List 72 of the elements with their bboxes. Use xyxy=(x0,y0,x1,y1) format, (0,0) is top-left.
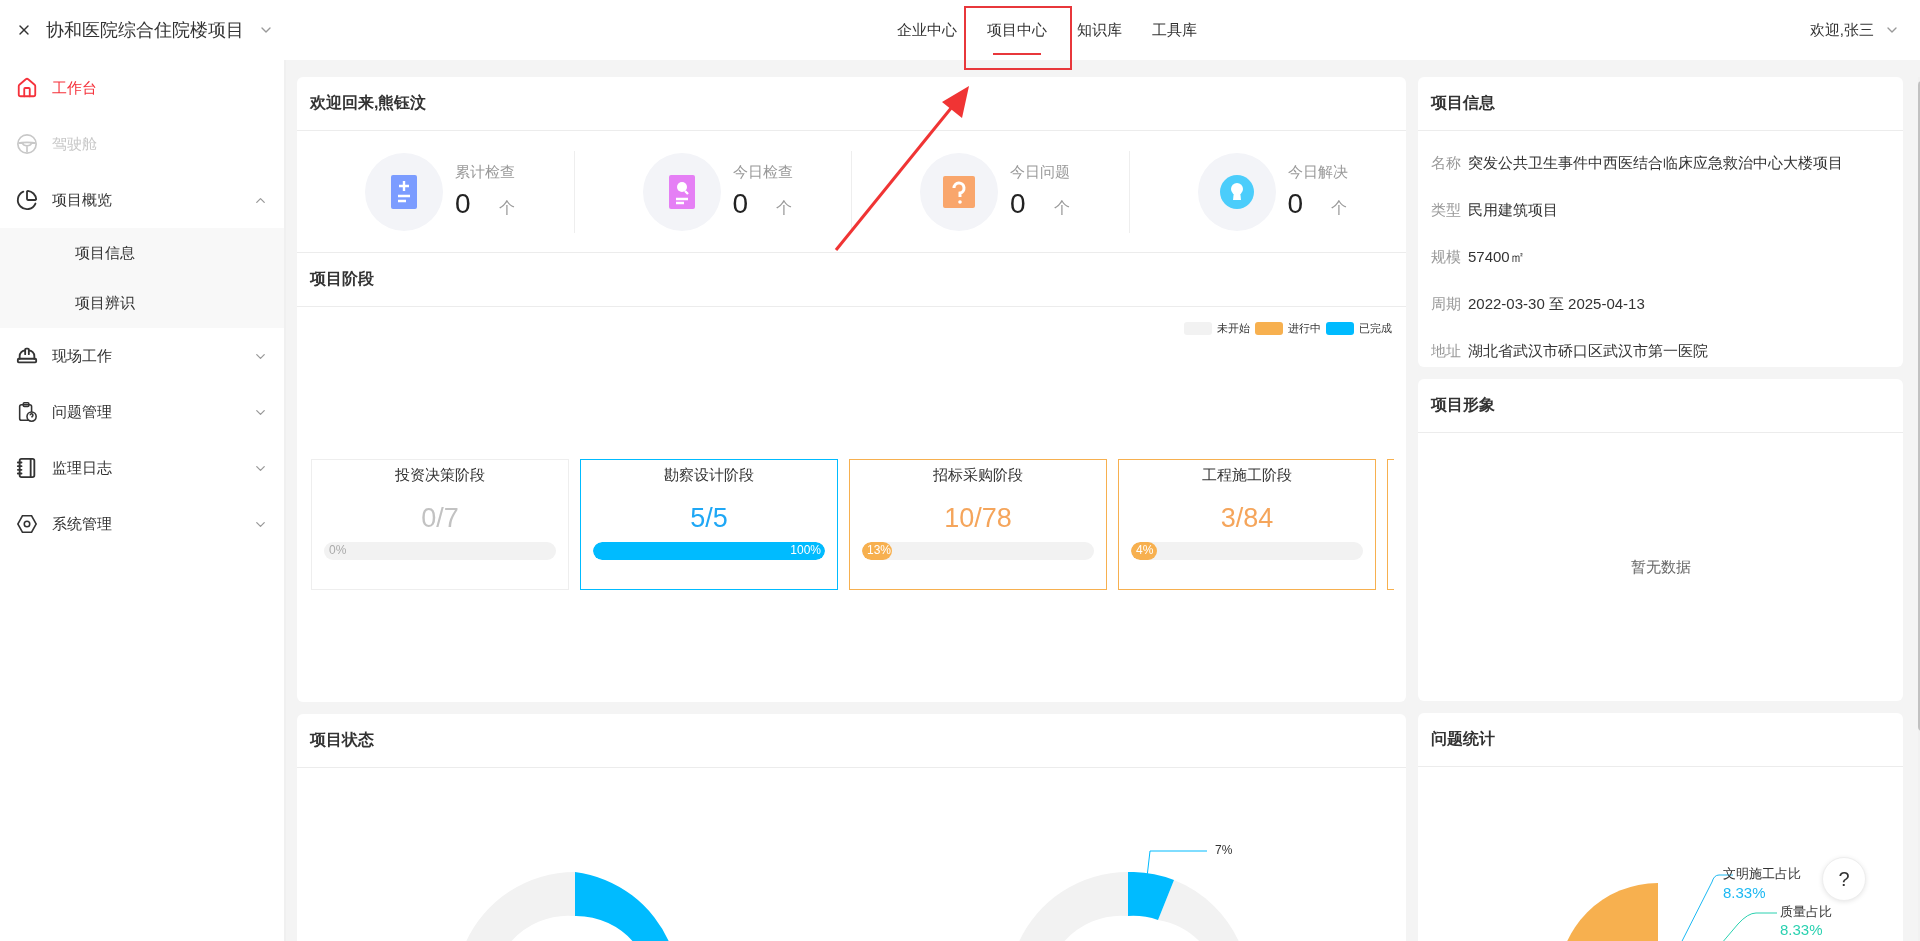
home-icon xyxy=(16,77,38,99)
stage-count: 0/7 xyxy=(421,503,459,534)
progress-percent: 100% xyxy=(790,543,821,557)
card-title: 项目形象 xyxy=(1418,379,1903,433)
stage-name: 投资决策阶段 xyxy=(395,466,485,485)
progress-percent: 13% xyxy=(867,543,892,557)
pie-value: 8.33% xyxy=(1723,884,1766,901)
stage-name: 招标采购阶段 xyxy=(933,466,1023,485)
legend-label: 进行中 xyxy=(1288,321,1321,336)
info-value: 突发公共卫生事件中西医结合临床应急救治中心大楼项目 xyxy=(1468,154,1843,173)
info-value: 湖北省武汉市硚口区武汉市第一医院 xyxy=(1468,342,1708,361)
stage-count: 3/84 xyxy=(1220,503,1274,534)
pie-chart-icon xyxy=(16,189,38,211)
question-icon xyxy=(943,175,975,208)
info-label: 类型 xyxy=(1431,201,1461,220)
stat-label: 今日检查 xyxy=(732,163,793,182)
legend-label: 未开始 xyxy=(1217,321,1250,336)
info-value: 民用建筑项目 xyxy=(1468,201,1558,220)
info-label: 周期 xyxy=(1431,295,1461,314)
info-value: 2022-03-30 至 2025-04-13 xyxy=(1468,295,1645,314)
chart-data-label: 7% xyxy=(1215,843,1233,857)
pie-label: 文明施工占比 xyxy=(1723,865,1801,883)
nav-tab[interactable]: 项目中心 xyxy=(972,0,1062,60)
sidebar-item[interactable]: 项目概览 xyxy=(0,172,284,228)
sidebar-item[interactable]: 问题管理 xyxy=(0,384,284,440)
card-title: 问题统计 xyxy=(1418,713,1903,767)
info-label: 名称 xyxy=(1431,154,1461,173)
steering-wheel-icon xyxy=(16,133,38,155)
stat-unit: 个 xyxy=(1331,198,1348,218)
nav-tab[interactable]: 知识库 xyxy=(1062,0,1137,60)
pie-label: 质量占比 xyxy=(1780,903,1832,921)
sidebar-subitem[interactable]: 项目辨识 xyxy=(0,278,284,328)
stat-label: 累计检查 xyxy=(455,163,515,182)
stat-label: 今日问题 xyxy=(1010,163,1070,182)
sidebar-item[interactable]: 工作台 xyxy=(0,60,284,116)
nav-tab[interactable]: 工具库 xyxy=(1137,0,1212,60)
stat-value: 0 xyxy=(1287,188,1304,220)
stat-unit: 个 xyxy=(776,198,793,218)
nav-tab[interactable]: 企业中心 xyxy=(882,0,972,60)
card-title: 项目信息 xyxy=(1418,77,1903,131)
clipboard-question-icon xyxy=(16,401,38,423)
sidebar-item[interactable]: 系统管理 xyxy=(0,496,284,552)
stage-count: 5/5 xyxy=(690,503,728,534)
keyhole-icon xyxy=(1219,174,1254,209)
info-label: 规模 xyxy=(1431,248,1461,267)
settings-icon xyxy=(16,513,38,535)
info-value: 57400㎡ xyxy=(1468,248,1525,267)
checklist-document-icon xyxy=(391,174,417,209)
card-title: 项目阶段 xyxy=(297,253,1406,307)
stat-unit: 个 xyxy=(1053,198,1070,218)
info-label: 地址 xyxy=(1431,342,1461,361)
progress-percent: 0% xyxy=(329,543,347,557)
card-title: 项目状态 xyxy=(297,714,1406,768)
sidebar-subitem[interactable]: 项目信息 xyxy=(0,228,284,278)
stat-label: 今日解决 xyxy=(1287,163,1348,182)
search-document-icon xyxy=(668,174,695,209)
stat-unit: 个 xyxy=(498,198,515,218)
user-menu[interactable]: 欢迎,张三 xyxy=(1809,20,1900,40)
project-title: 协和医院综合住院楼项目 xyxy=(46,19,244,42)
notebook-icon xyxy=(16,457,38,479)
sidebar-item[interactable]: 监理日志 xyxy=(0,440,284,496)
legend-label: 已完成 xyxy=(1359,321,1392,336)
stage-name: 勘察设计阶段 xyxy=(664,466,754,485)
empty-text: 暂无数据 xyxy=(1630,557,1691,577)
stat-value: 0 xyxy=(732,188,749,220)
stage-count: 10/78 xyxy=(944,503,1012,534)
pie-value: 8.33% xyxy=(1780,921,1823,938)
stat-value: 0 xyxy=(455,188,471,220)
stage-name: 工程施工阶段 xyxy=(1202,466,1292,485)
progress-percent: 4% xyxy=(1136,543,1154,557)
sidebar-item[interactable]: 现场工作 xyxy=(0,328,284,384)
stat-value: 0 xyxy=(1010,188,1026,220)
